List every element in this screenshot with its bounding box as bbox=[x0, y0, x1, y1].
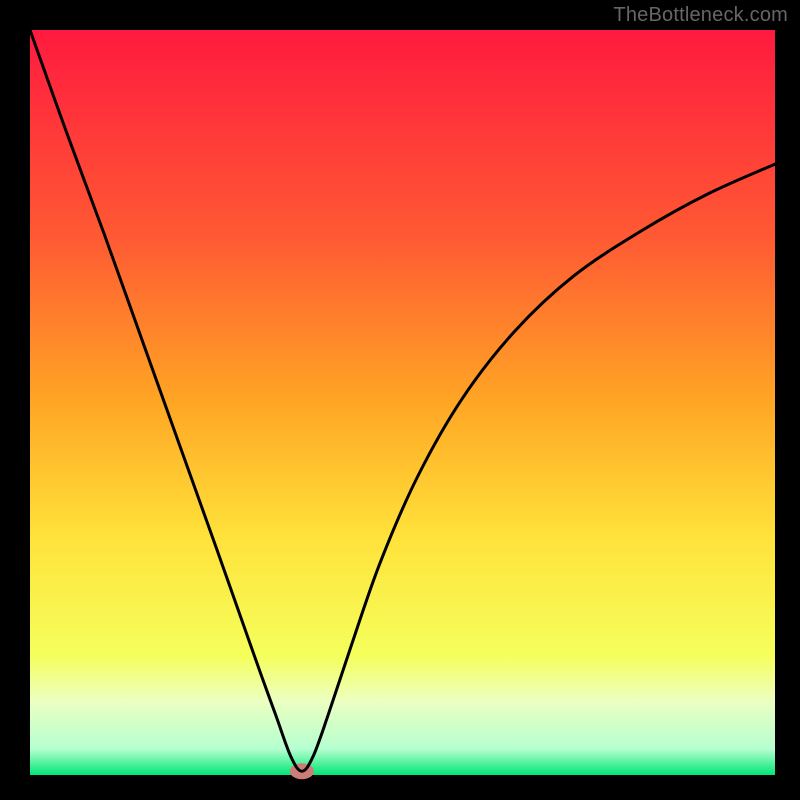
watermark-text: TheBottleneck.com bbox=[613, 4, 788, 27]
gradient-background bbox=[30, 30, 775, 775]
bottleneck-chart bbox=[0, 0, 800, 800]
chart-container: TheBottleneck.com bbox=[0, 0, 800, 800]
